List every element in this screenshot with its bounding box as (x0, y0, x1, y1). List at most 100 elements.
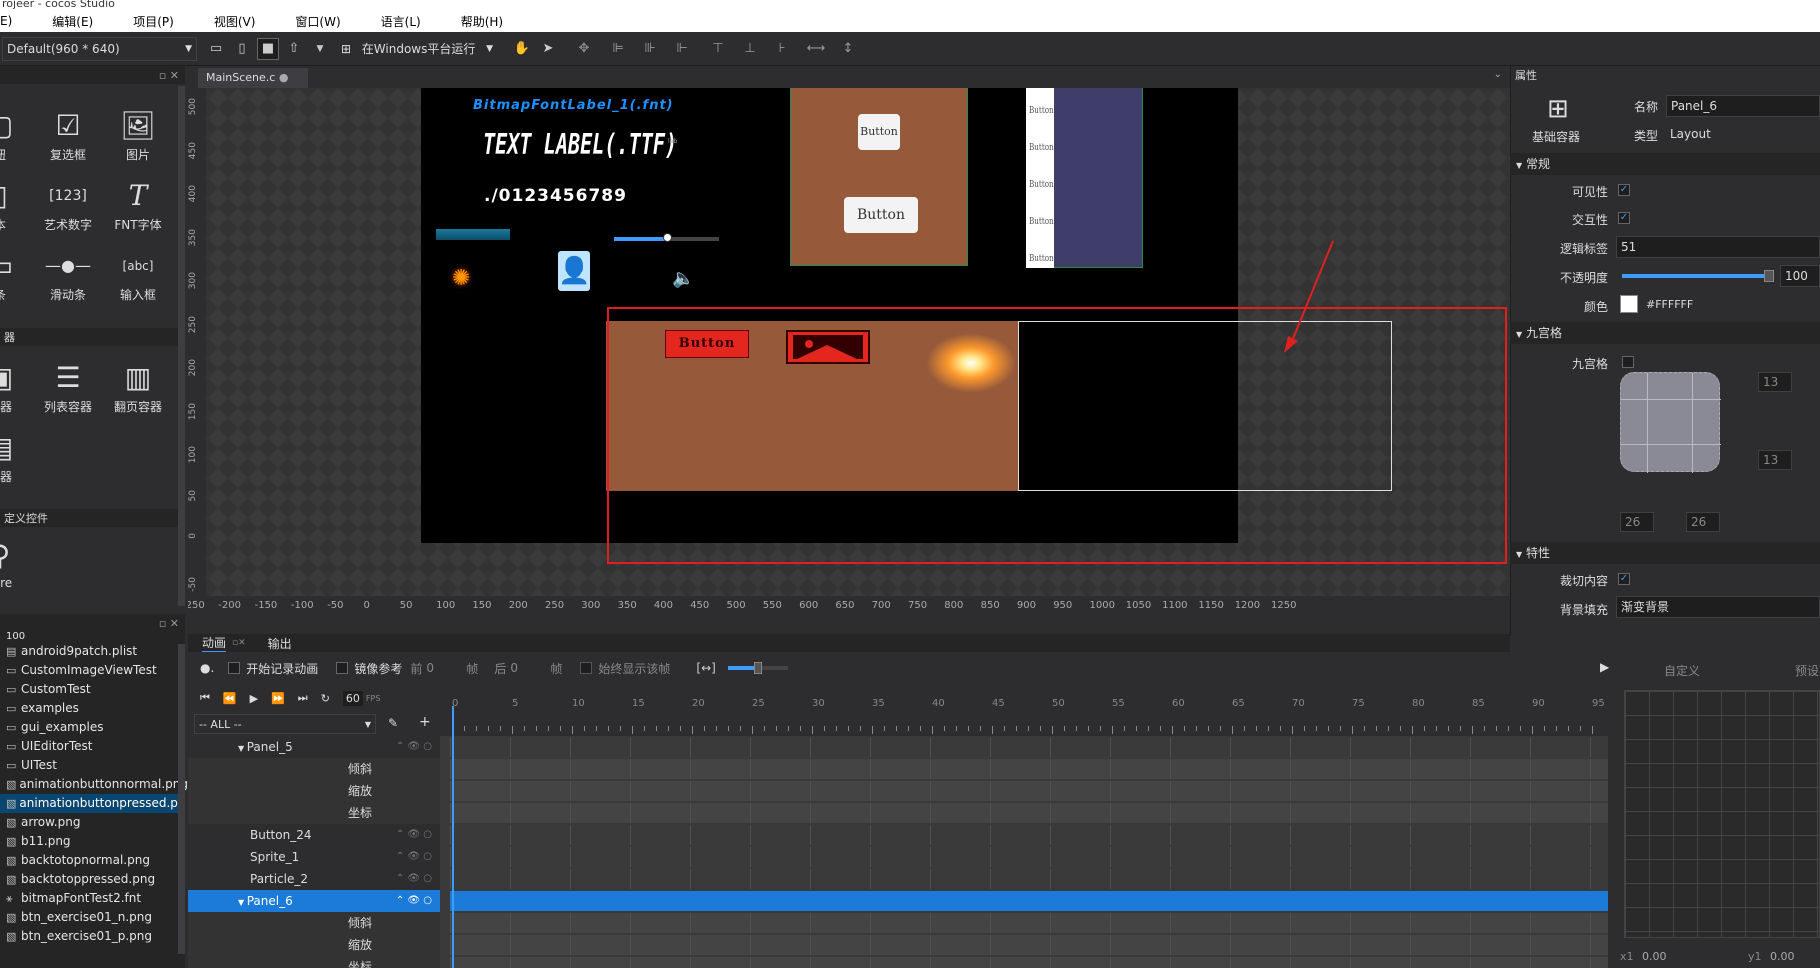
timeline-track[interactable] (450, 935, 1608, 955)
add-icon[interactable]: + (419, 714, 431, 730)
timeline-row-label[interactable]: 坐标 (188, 802, 440, 824)
timeline-row-label[interactable]: Button_24 ⌃ 👁 ○ (188, 824, 440, 846)
timeline-ruler[interactable]: 0 5 10 15 20 25 30 35 40 45 50 55 60 65 70 75 80 85 90 95 (450, 688, 1610, 734)
timeline-track[interactable] (450, 737, 1608, 757)
row-visibility-icons[interactable]: ⌃ 👁 ○ (396, 846, 432, 868)
timeline-row-label[interactable]: 缩放 (188, 780, 440, 802)
mirror-checkbox[interactable] (336, 662, 349, 674)
widget-listview[interactable]: ☰ 列表容器 (33, 358, 103, 415)
menu-item-1[interactable]: 编辑(E) (34, 13, 93, 30)
section-general[interactable]: ▼ 常规 (1510, 153, 1820, 175)
widget-slider[interactable]: —●— 滑动条 (33, 246, 103, 303)
row-visibility-icons[interactable]: ⌃ 👁 ○ (396, 824, 432, 846)
select-tool-icon[interactable]: ➤ (537, 38, 559, 60)
hand-tool-icon[interactable]: ✋ (511, 38, 533, 60)
resolution-dropdown[interactable]: Default(960 * 640) ▼ (2, 36, 197, 61)
fps-field[interactable]: 60 (342, 690, 363, 706)
file-row[interactable]: ▧ btn_exercise01_n.png (0, 908, 185, 927)
timeline-row-label[interactable]: 缩放 (188, 934, 440, 956)
tag-field[interactable]: 51 (1616, 236, 1820, 258)
landscape-icon[interactable]: ▭ (205, 38, 227, 60)
tiny-label[interactable]: lab (668, 138, 677, 145)
align-right-icon[interactable]: ⊩ (671, 38, 693, 60)
widget-text[interactable]: ▯本 (0, 176, 35, 233)
file-row[interactable]: ▭ CustomTest (0, 680, 185, 699)
timeline-row-label[interactable]: ▼ Panel_5 ⌃ 👁 ○ (188, 736, 440, 758)
widget-artnum[interactable]: [123] 艺术数字 (33, 176, 103, 233)
align-left-icon[interactable]: ⊫ (607, 38, 629, 60)
file-row[interactable]: ▭ UIEditorTest (0, 737, 185, 756)
timeline-track[interactable] (450, 891, 1608, 911)
opacity-slider[interactable] (1622, 274, 1772, 278)
list-item-button[interactable]: Button (1029, 254, 1054, 264)
timeline-track[interactable] (450, 759, 1608, 779)
widget-loadingbar[interactable]: ▭条 (0, 246, 35, 303)
row-visibility-icons[interactable]: ⌃ 👁 ○ (396, 890, 432, 912)
x1-field[interactable]: 0.00 (1642, 950, 1667, 963)
align-top-icon[interactable]: ⊤ (707, 38, 729, 60)
widget-button[interactable]: ▢钮 (0, 106, 35, 163)
color-swatch[interactable] (1620, 295, 1638, 313)
next-frame-icon[interactable]: ⏩ (271, 692, 285, 705)
file-row[interactable]: ▭ gui_examples (0, 718, 185, 737)
menu-item-6[interactable]: 帮助(H) (443, 13, 503, 30)
widget-pageview[interactable]: ▥ 翻页容器 (103, 358, 173, 415)
file-row[interactable]: ▧ animationbuttonnormal.png (0, 775, 188, 794)
opacity-slider-handle[interactable] (1764, 270, 1774, 282)
file-row[interactable]: ▤ android9patch.plist (0, 642, 185, 661)
next-field[interactable]: 0 (510, 661, 550, 675)
first-frame-icon[interactable]: ⏮ (200, 691, 210, 705)
align-middle-icon[interactable]: ⊥ (739, 38, 761, 60)
distribute-h-icon[interactable]: ⟷ (805, 38, 827, 60)
widget-textfield[interactable]: [abc] 输入框 (103, 246, 173, 303)
particle-icon[interactable]: ✺ (452, 266, 470, 291)
nine-left-field[interactable]: 26 (1620, 512, 1654, 532)
zoom-slider[interactable] (727, 662, 788, 674)
timeline-track[interactable] (450, 847, 1608, 867)
timeline-track[interactable] (450, 869, 1608, 889)
bg-fill-dropdown[interactable]: 渐变背景 (1616, 596, 1820, 618)
color-value[interactable]: #FFFFFF (1646, 298, 1693, 311)
timeline-row-label[interactable]: Particle_2 ⌃ 👁 ○ (188, 868, 440, 890)
pencil-icon[interactable]: ✎ (388, 716, 398, 730)
loop-icon[interactable]: ↻ (321, 692, 330, 705)
timeline-track[interactable] (450, 957, 1608, 968)
easing-curve-grid[interactable] (1624, 690, 1820, 938)
run-dropdown[interactable]: ⊞ 在Windows平台运行 ▼ (337, 36, 497, 61)
section-feature[interactable]: ▼ 特性 (1510, 542, 1820, 564)
visible-checkbox[interactable]: ✓ (1618, 184, 1630, 196)
widget-checkbox[interactable]: ☑ 复选框 (33, 106, 103, 163)
y1-field[interactable]: 0.00 (1770, 950, 1795, 963)
timeline-row-label[interactable]: 倾斜 (188, 758, 440, 780)
file-row-partial[interactable]: 100 (0, 632, 185, 642)
file-row[interactable]: ▧ animationbuttonpressed.pn (0, 794, 186, 813)
file-row[interactable]: ▧ b11.png (0, 832, 185, 851)
slider-handle[interactable] (663, 233, 672, 242)
portrait-icon[interactable]: ▯ (231, 38, 253, 60)
list-item-button[interactable]: Button (1029, 217, 1054, 227)
frame-icon[interactable]: ■ (257, 37, 279, 60)
ttf-label[interactable]: TEXT LABEL(.TTF) (483, 128, 677, 161)
close-icon[interactable]: ✕ (170, 69, 179, 82)
always-show-checkbox[interactable] (580, 662, 593, 674)
file-row[interactable]: ▧ backtotoppressed.png (0, 870, 185, 889)
section-nine-slice[interactable]: ▼ 九宫格 (1510, 322, 1820, 344)
keyframe-add-icon[interactable]: ●. (200, 661, 214, 675)
widget-custom[interactable]: ⚲ture (0, 536, 35, 590)
fps-control[interactable]: 60 FPS (342, 690, 380, 706)
close-dot-icon[interactable]: ● (279, 71, 289, 84)
files-scrollbar[interactable] (178, 644, 185, 954)
nine-right-field[interactable]: 26 (1686, 512, 1720, 532)
widget-scrollbar[interactable] (178, 86, 185, 606)
user-image-icon[interactable]: 👤 (558, 251, 590, 291)
prev-field[interactable]: 0 (426, 661, 466, 675)
loading-bar[interactable] (436, 229, 510, 240)
timeline-track[interactable] (450, 913, 1608, 933)
file-row[interactable]: ⚹ bitmapFontTest2.fnt (0, 889, 185, 908)
widget-container[interactable]: ▣容器 (0, 358, 35, 415)
widget-fnt[interactable]: T FNT字体 (103, 176, 173, 233)
file-row[interactable]: ▧ btn_exercise01_p.png (0, 927, 185, 946)
timeline-row-label[interactable]: 倾斜 (188, 912, 440, 934)
row-visibility-icons[interactable]: ⌃ 👁 ○ (396, 868, 432, 890)
widget-scrollview[interactable]: ▤容器 (0, 428, 35, 485)
